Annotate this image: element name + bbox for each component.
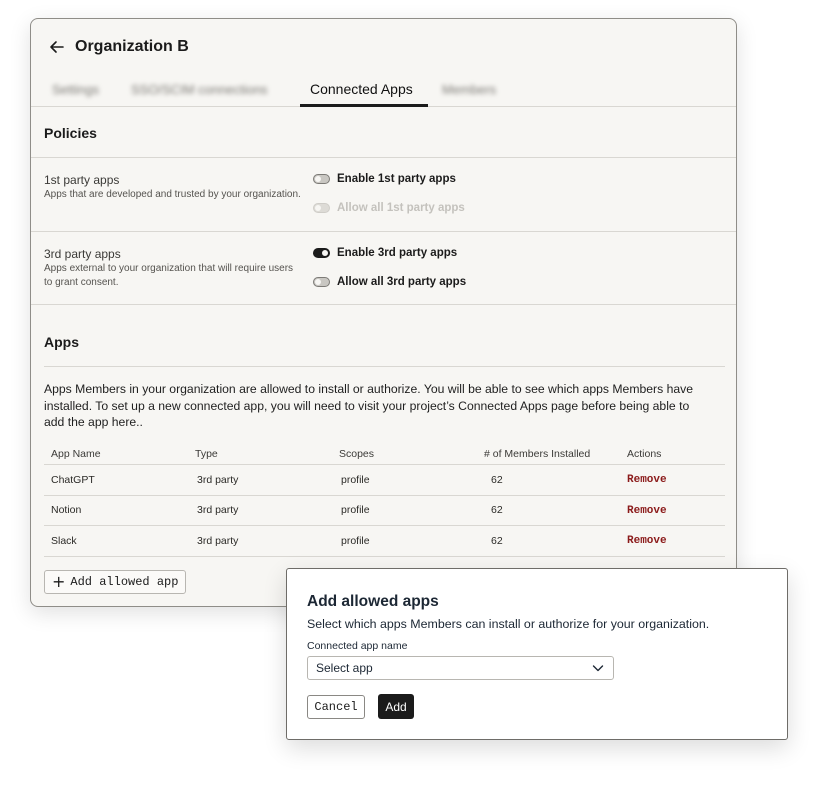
column-header: Type [195, 448, 218, 460]
app-type: 3rd party [197, 504, 239, 517]
apps-table: App Name Type Scopes # of Members Instal… [44, 444, 725, 557]
allow-all-third-party-toggle[interactable]: Allow all 3rd party apps [313, 276, 466, 288]
tab-connected-apps[interactable]: Connected Apps [310, 81, 413, 97]
allow-all-first-party-toggle: Allow all 1st party apps [313, 202, 465, 214]
toggle-switch[interactable] [313, 277, 330, 287]
third-party-description: Apps external to your organization that … [44, 263, 294, 288]
enable-first-party-toggle[interactable]: Enable 1st party apps [313, 173, 456, 185]
column-header: # of Members Installed [484, 448, 591, 460]
app-name: ChatGPT [51, 473, 95, 486]
add-allowed-app-label: Add allowed app [70, 575, 179, 589]
organization-settings-panel: Organization B Settings SSO/SCIM connect… [30, 18, 737, 607]
divider [31, 304, 736, 305]
tab-settings[interactable]: Settings [52, 82, 99, 97]
add-allowed-apps-dialog: Add allowed apps Select which apps Membe… [286, 568, 788, 740]
app-type: 3rd party [197, 473, 239, 486]
remove-button[interactable]: Remove [627, 505, 667, 517]
cancel-button[interactable]: Cancel [307, 695, 365, 719]
toggle-label: Enable 1st party apps [337, 173, 456, 185]
tab-bar: Settings SSO/SCIM connections Connected … [31, 77, 736, 107]
connected-app-name-label: Connected app name [307, 640, 408, 652]
app-type: 3rd party [197, 534, 239, 547]
third-party-title: 3rd party apps [44, 247, 121, 261]
toggle-switch[interactable] [313, 174, 330, 184]
toggle-label: Allow all 3rd party apps [337, 276, 467, 288]
table-header: App Name Type Scopes # of Members Instal… [44, 444, 725, 465]
toggle-switch [313, 203, 330, 213]
app-scopes: profile [341, 504, 370, 517]
dialog-subtitle: Select which apps Members can install or… [307, 617, 710, 631]
apps-description: Apps Members in your organization are al… [44, 382, 694, 429]
policies-heading: Policies [44, 125, 97, 141]
add-button[interactable]: Add [378, 694, 414, 719]
members-installed: 62 [491, 504, 503, 517]
back-arrow-icon[interactable] [47, 37, 67, 57]
app-scopes: profile [341, 473, 370, 486]
members-installed: 62 [491, 473, 503, 486]
app-name: Slack [51, 534, 77, 547]
app-scopes: profile [341, 534, 370, 547]
toggle-label: Enable 3rd party apps [337, 247, 458, 259]
remove-button[interactable]: Remove [627, 474, 667, 486]
table-row: Slack 3rd party profile 62 Remove [44, 526, 725, 557]
first-party-title: 1st party apps [44, 173, 120, 187]
table-row: Notion 3rd party profile 62 Remove [44, 496, 725, 526]
column-header: Scopes [339, 448, 375, 460]
apps-heading: Apps [44, 334, 79, 350]
remove-button[interactable]: Remove [627, 535, 667, 547]
divider [44, 366, 725, 367]
panel-header: Organization B [47, 36, 189, 58]
divider [31, 231, 736, 232]
enable-third-party-toggle[interactable]: Enable 3rd party apps [313, 247, 457, 259]
toggle-label: Allow all 1st party apps [337, 202, 465, 214]
table-row: ChatGPT 3rd party profile 62 Remove [44, 465, 725, 496]
page-title: Organization B [75, 38, 189, 55]
chevron-down-icon [592, 665, 604, 672]
members-installed: 62 [491, 534, 503, 547]
add-allowed-app-button[interactable]: + Add allowed app [44, 570, 187, 594]
column-header: App Name [51, 448, 101, 460]
first-party-description: Apps that are developed and trusted by y… [44, 189, 301, 200]
dialog-title: Add allowed apps [307, 593, 439, 610]
select-app-value: Select app [316, 661, 373, 675]
app-name: Notion [51, 504, 82, 517]
toggle-switch[interactable] [313, 248, 330, 258]
tab-members[interactable]: Members [442, 82, 496, 97]
select-app-dropdown[interactable]: Select app [307, 656, 614, 680]
divider [31, 157, 736, 158]
active-tab-indicator [300, 104, 428, 107]
plus-icon: + [52, 572, 66, 591]
column-header: Actions [627, 448, 662, 460]
tab-sso-scim[interactable]: SSO/SCIM connections [131, 82, 268, 97]
